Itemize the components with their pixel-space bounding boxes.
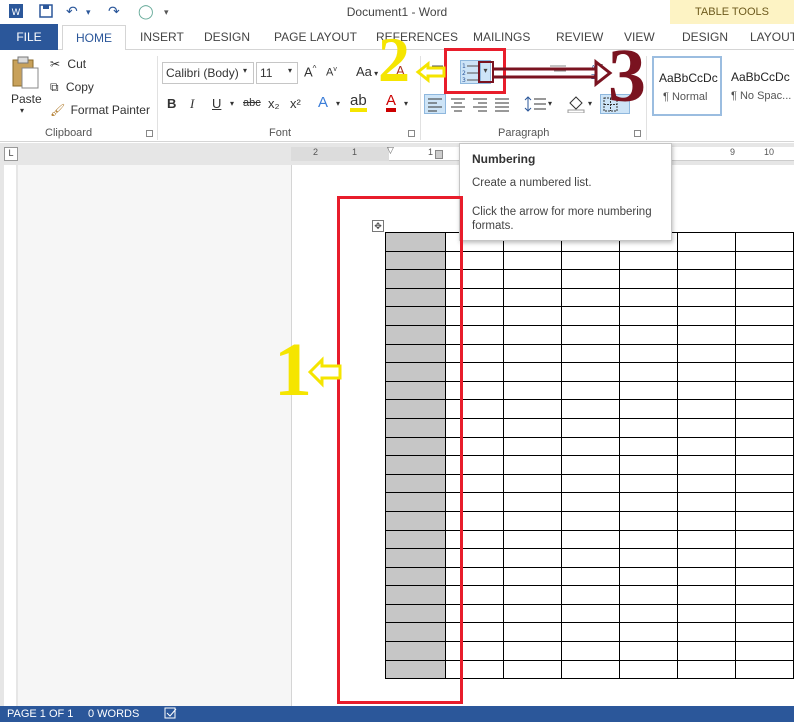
status-bar: PAGE 1 OF 1 0 WORDS <box>0 706 794 722</box>
annotation-number-2: 2 <box>378 24 410 95</box>
proofing-icon[interactable] <box>164 707 178 723</box>
annotation-number-1: 1 <box>274 328 312 412</box>
word-count-status[interactable]: 0 WORDS <box>88 708 139 720</box>
page-count-status[interactable]: PAGE 1 OF 1 <box>7 708 73 720</box>
annotation-arrows <box>307 58 613 388</box>
annotation-number-3: 3 <box>608 34 646 118</box>
